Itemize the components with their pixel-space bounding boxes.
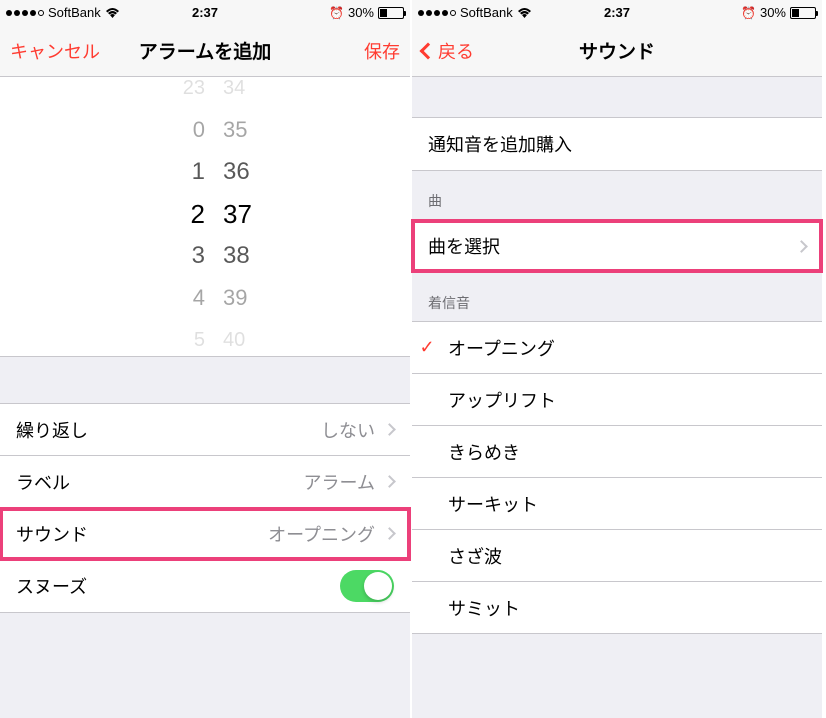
sound-screen: SoftBank 2:37 ⏰ 30% 戻る サウンド 通知音を追加購入 曲 bbox=[412, 0, 824, 718]
ringtone-item-summit[interactable]: サミット bbox=[412, 582, 822, 634]
ringtone-list: ✓ オープニング アップリフト きらめき サーキット さざ波 サミット bbox=[412, 321, 822, 634]
nav-bar: キャンセル アラームを追加 保存 bbox=[0, 25, 410, 77]
time-picker[interactable]: 23 0 1 2 3 4 5 34 35 36 37 38 39 40 bbox=[0, 77, 410, 357]
chevron-left-icon bbox=[420, 42, 437, 59]
status-time: 2:37 bbox=[604, 5, 630, 20]
row-label: 通知音を追加購入 bbox=[428, 131, 806, 157]
ringtone-label: アップリフト bbox=[442, 387, 806, 413]
carrier-label: SoftBank bbox=[48, 5, 101, 20]
ringtone-item-opening[interactable]: ✓ オープニング bbox=[412, 322, 822, 374]
hour-column[interactable]: 23 0 1 2 3 4 5 bbox=[125, 77, 205, 356]
label-row[interactable]: ラベル アラーム bbox=[0, 456, 410, 508]
battery-percent: 30% bbox=[760, 5, 786, 20]
status-time: 2:37 bbox=[192, 5, 218, 20]
status-bar: SoftBank 2:37 ⏰ 30% bbox=[412, 0, 822, 25]
row-value: アラーム bbox=[304, 469, 375, 495]
snooze-row: スヌーズ bbox=[0, 560, 410, 612]
repeat-row[interactable]: 繰り返し しない bbox=[0, 404, 410, 456]
alarm-icon: ⏰ bbox=[741, 6, 756, 20]
buy-tones-row[interactable]: 通知音を追加購入 bbox=[412, 118, 822, 170]
nav-title: アラームを追加 bbox=[139, 37, 271, 64]
signal-dots bbox=[418, 10, 456, 16]
ringtone-item-uplift[interactable]: アップリフト bbox=[412, 374, 822, 426]
signal-dots bbox=[6, 10, 44, 16]
alarm-icon: ⏰ bbox=[329, 6, 344, 20]
row-value: オープニング bbox=[268, 521, 375, 547]
battery-icon bbox=[378, 7, 404, 19]
ringtone-label: きらめき bbox=[442, 439, 806, 465]
add-alarm-screen: SoftBank 2:37 ⏰ 30% キャンセル アラームを追加 保存 23 … bbox=[0, 0, 412, 718]
row-label: 曲を選択 bbox=[428, 233, 787, 259]
sound-row[interactable]: サウンド オープニング bbox=[0, 508, 410, 560]
checkmark-icon: ✓ bbox=[412, 337, 442, 358]
ringtone-label: オープニング bbox=[442, 335, 806, 361]
wifi-icon bbox=[517, 7, 532, 18]
battery-percent: 30% bbox=[348, 5, 374, 20]
ringtone-item-ripple[interactable]: さざ波 bbox=[412, 530, 822, 582]
nav-bar: 戻る サウンド bbox=[412, 25, 822, 77]
carrier-label: SoftBank bbox=[460, 5, 513, 20]
minute-column[interactable]: 34 35 36 37 38 39 40 bbox=[205, 77, 285, 356]
battery-icon bbox=[790, 7, 816, 19]
snooze-switch[interactable] bbox=[340, 570, 394, 602]
nav-title: サウンド bbox=[579, 37, 655, 64]
chevron-right-icon bbox=[383, 527, 396, 540]
row-label: スヌーズ bbox=[16, 573, 340, 599]
ringtone-label: さざ波 bbox=[442, 543, 806, 569]
row-label: ラベル bbox=[16, 469, 304, 495]
ringtone-section-header: 着信音 bbox=[412, 273, 822, 321]
row-value: しない bbox=[321, 417, 375, 443]
chevron-right-icon bbox=[383, 475, 396, 488]
row-label: 繰り返し bbox=[16, 417, 321, 443]
back-label: 戻る bbox=[438, 38, 474, 64]
row-label: サウンド bbox=[16, 521, 268, 547]
wifi-icon bbox=[105, 7, 120, 18]
alarm-settings-list: 繰り返し しない ラベル アラーム サウンド オープニング スヌーズ bbox=[0, 403, 410, 613]
ringtone-item-twinkle[interactable]: きらめき bbox=[412, 426, 822, 478]
spacer bbox=[0, 357, 410, 403]
ringtone-item-circuit[interactable]: サーキット bbox=[412, 478, 822, 530]
store-section: 通知音を追加購入 bbox=[412, 117, 822, 171]
ringtone-label: サーキット bbox=[442, 491, 806, 517]
song-section-header: 曲 bbox=[412, 171, 822, 219]
status-bar: SoftBank 2:37 ⏰ 30% bbox=[0, 0, 410, 25]
song-section: 曲を選択 bbox=[412, 219, 822, 273]
chevron-right-icon bbox=[795, 240, 808, 253]
pick-song-row[interactable]: 曲を選択 bbox=[412, 220, 822, 272]
chevron-right-icon bbox=[383, 423, 396, 436]
ringtone-label: サミット bbox=[442, 595, 806, 621]
switch-knob bbox=[364, 572, 392, 600]
